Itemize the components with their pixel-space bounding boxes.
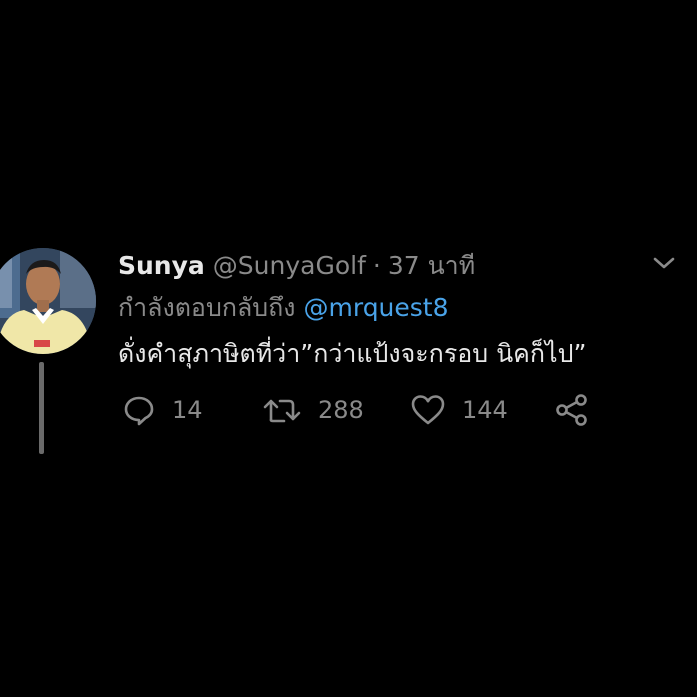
share-button[interactable] [554,390,590,430]
tweet-header: Sunya @SunyaGolf · 37 นาที [118,246,475,282]
reply-count: 14 [172,396,203,424]
thread-connector [39,362,44,454]
like-count: 144 [462,396,508,424]
retweet-button[interactable]: 288 [262,390,364,430]
reply-context: กำลังตอบกลับถึง @mrquest8 [118,288,449,328]
separator-dot: · [372,251,381,280]
retweet-icon [262,393,302,427]
avatar[interactable] [0,248,96,354]
like-button[interactable]: 144 [410,390,508,430]
share-icon [554,393,590,427]
reply-button[interactable]: 14 [122,390,203,430]
reply-mention-link[interactable]: @mrquest8 [304,293,449,322]
avatar-image [0,248,96,354]
tweet[interactable]: Sunya @SunyaGolf · 37 นาที กำลังตอบกลับถ… [0,0,697,697]
chevron-down-icon[interactable] [652,254,676,272]
tweet-text: ดั่งคำสุภาษิตที่ว่า”กว่าแป้งจะกรอบ นิคก็… [118,339,587,368]
reply-icon [122,393,156,427]
display-name[interactable]: Sunya [118,251,205,280]
timestamp[interactable]: 37 นาที [388,246,475,286]
reply-prefix: กำลังตอบกลับถึง [118,293,296,322]
user-handle[interactable]: @SunyaGolf [213,251,366,280]
heart-icon [410,393,446,427]
retweet-count: 288 [318,396,364,424]
